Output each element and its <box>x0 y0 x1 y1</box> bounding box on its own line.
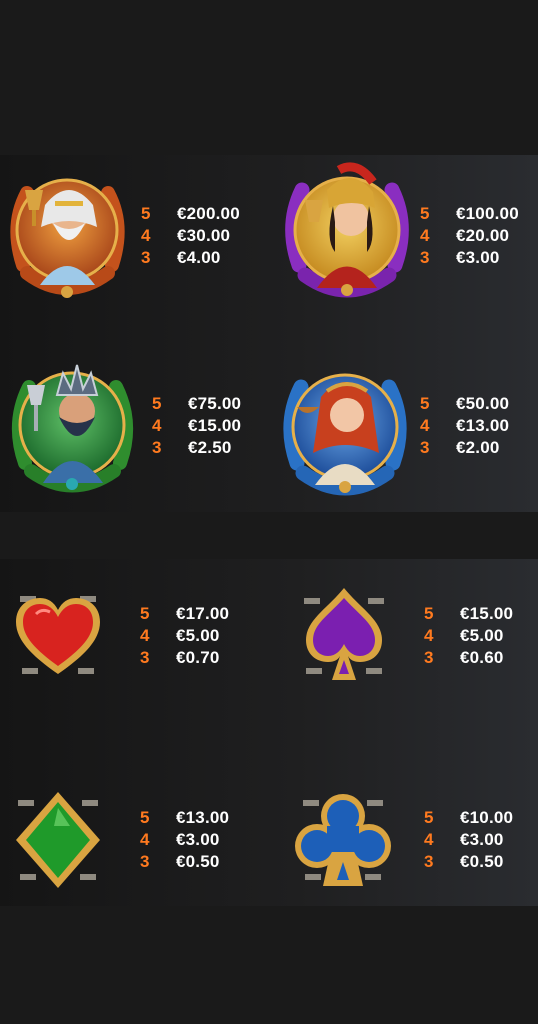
count: 3 <box>424 852 434 871</box>
amount: €3.00 <box>176 830 220 849</box>
amount: €13.00 <box>176 808 230 827</box>
amount: €200.00 <box>177 204 240 223</box>
amount: €5.00 <box>460 626 504 645</box>
amount: €50.00 <box>456 394 510 413</box>
heart-payouts: 5 €17.00 4 €5.00 3 €0.70 <box>140 603 229 669</box>
amount: €10.00 <box>460 808 514 827</box>
amount: €5.00 <box>176 626 220 645</box>
amount: €15.00 <box>188 416 242 435</box>
count: 5 <box>420 394 430 413</box>
count: 5 <box>424 808 434 827</box>
count: 3 <box>420 438 430 457</box>
spade-payouts: 5 €15.00 4 €5.00 3 €0.60 <box>424 603 513 669</box>
diamond-icon <box>14 790 102 890</box>
club-payouts: 5 €10.00 4 €3.00 3 €0.50 <box>424 807 513 873</box>
heart-icon <box>12 590 104 682</box>
count: 3 <box>152 438 162 457</box>
count: 4 <box>140 626 150 645</box>
count: 4 <box>152 416 162 435</box>
spade-icon <box>298 584 390 688</box>
amount: €3.00 <box>460 830 504 849</box>
count: 3 <box>420 248 430 267</box>
count: 4 <box>420 226 430 245</box>
amount: €20.00 <box>456 226 510 245</box>
count: 4 <box>140 830 150 849</box>
count: 4 <box>420 416 430 435</box>
count: 5 <box>141 204 151 223</box>
amount: €4.00 <box>177 248 221 267</box>
club-icon <box>293 790 393 890</box>
count: 5 <box>420 204 430 223</box>
poseidon-payouts: 5 €75.00 4 €15.00 3 €2.50 <box>152 393 241 459</box>
count: 5 <box>140 604 150 623</box>
amount: €0.60 <box>460 648 504 667</box>
amount: €75.00 <box>188 394 242 413</box>
diamond-payouts: 5 €13.00 4 €3.00 3 €0.50 <box>140 807 229 873</box>
amount: €0.50 <box>460 852 504 871</box>
zeus-payouts: 5 €200.00 4 €30.00 3 €4.00 <box>141 203 240 269</box>
count: 3 <box>140 648 150 667</box>
amount: €17.00 <box>176 604 230 623</box>
amount: €3.00 <box>456 248 500 267</box>
amount: €15.00 <box>460 604 514 623</box>
poseidon-icon <box>5 355 140 495</box>
aphrodite-icon <box>275 357 415 497</box>
count: 4 <box>424 830 434 849</box>
count: 4 <box>141 226 151 245</box>
count: 5 <box>152 394 162 413</box>
athena-icon <box>277 160 417 300</box>
count: 3 <box>424 648 434 667</box>
count: 4 <box>424 626 434 645</box>
count: 5 <box>140 808 150 827</box>
amount: €30.00 <box>177 226 231 245</box>
amount: €0.50 <box>176 852 220 871</box>
count: 5 <box>424 604 434 623</box>
amount: €100.00 <box>456 204 519 223</box>
count: 3 <box>140 852 150 871</box>
aphrodite-payouts: 5 €50.00 4 €13.00 3 €2.00 <box>420 393 509 459</box>
zeus-icon <box>5 165 130 300</box>
amount: €13.00 <box>456 416 510 435</box>
amount: €0.70 <box>176 648 220 667</box>
amount: €2.00 <box>456 438 500 457</box>
athena-payouts: 5 €100.00 4 €20.00 3 €3.00 <box>420 203 519 269</box>
count: 3 <box>141 248 151 267</box>
amount: €2.50 <box>188 438 232 457</box>
